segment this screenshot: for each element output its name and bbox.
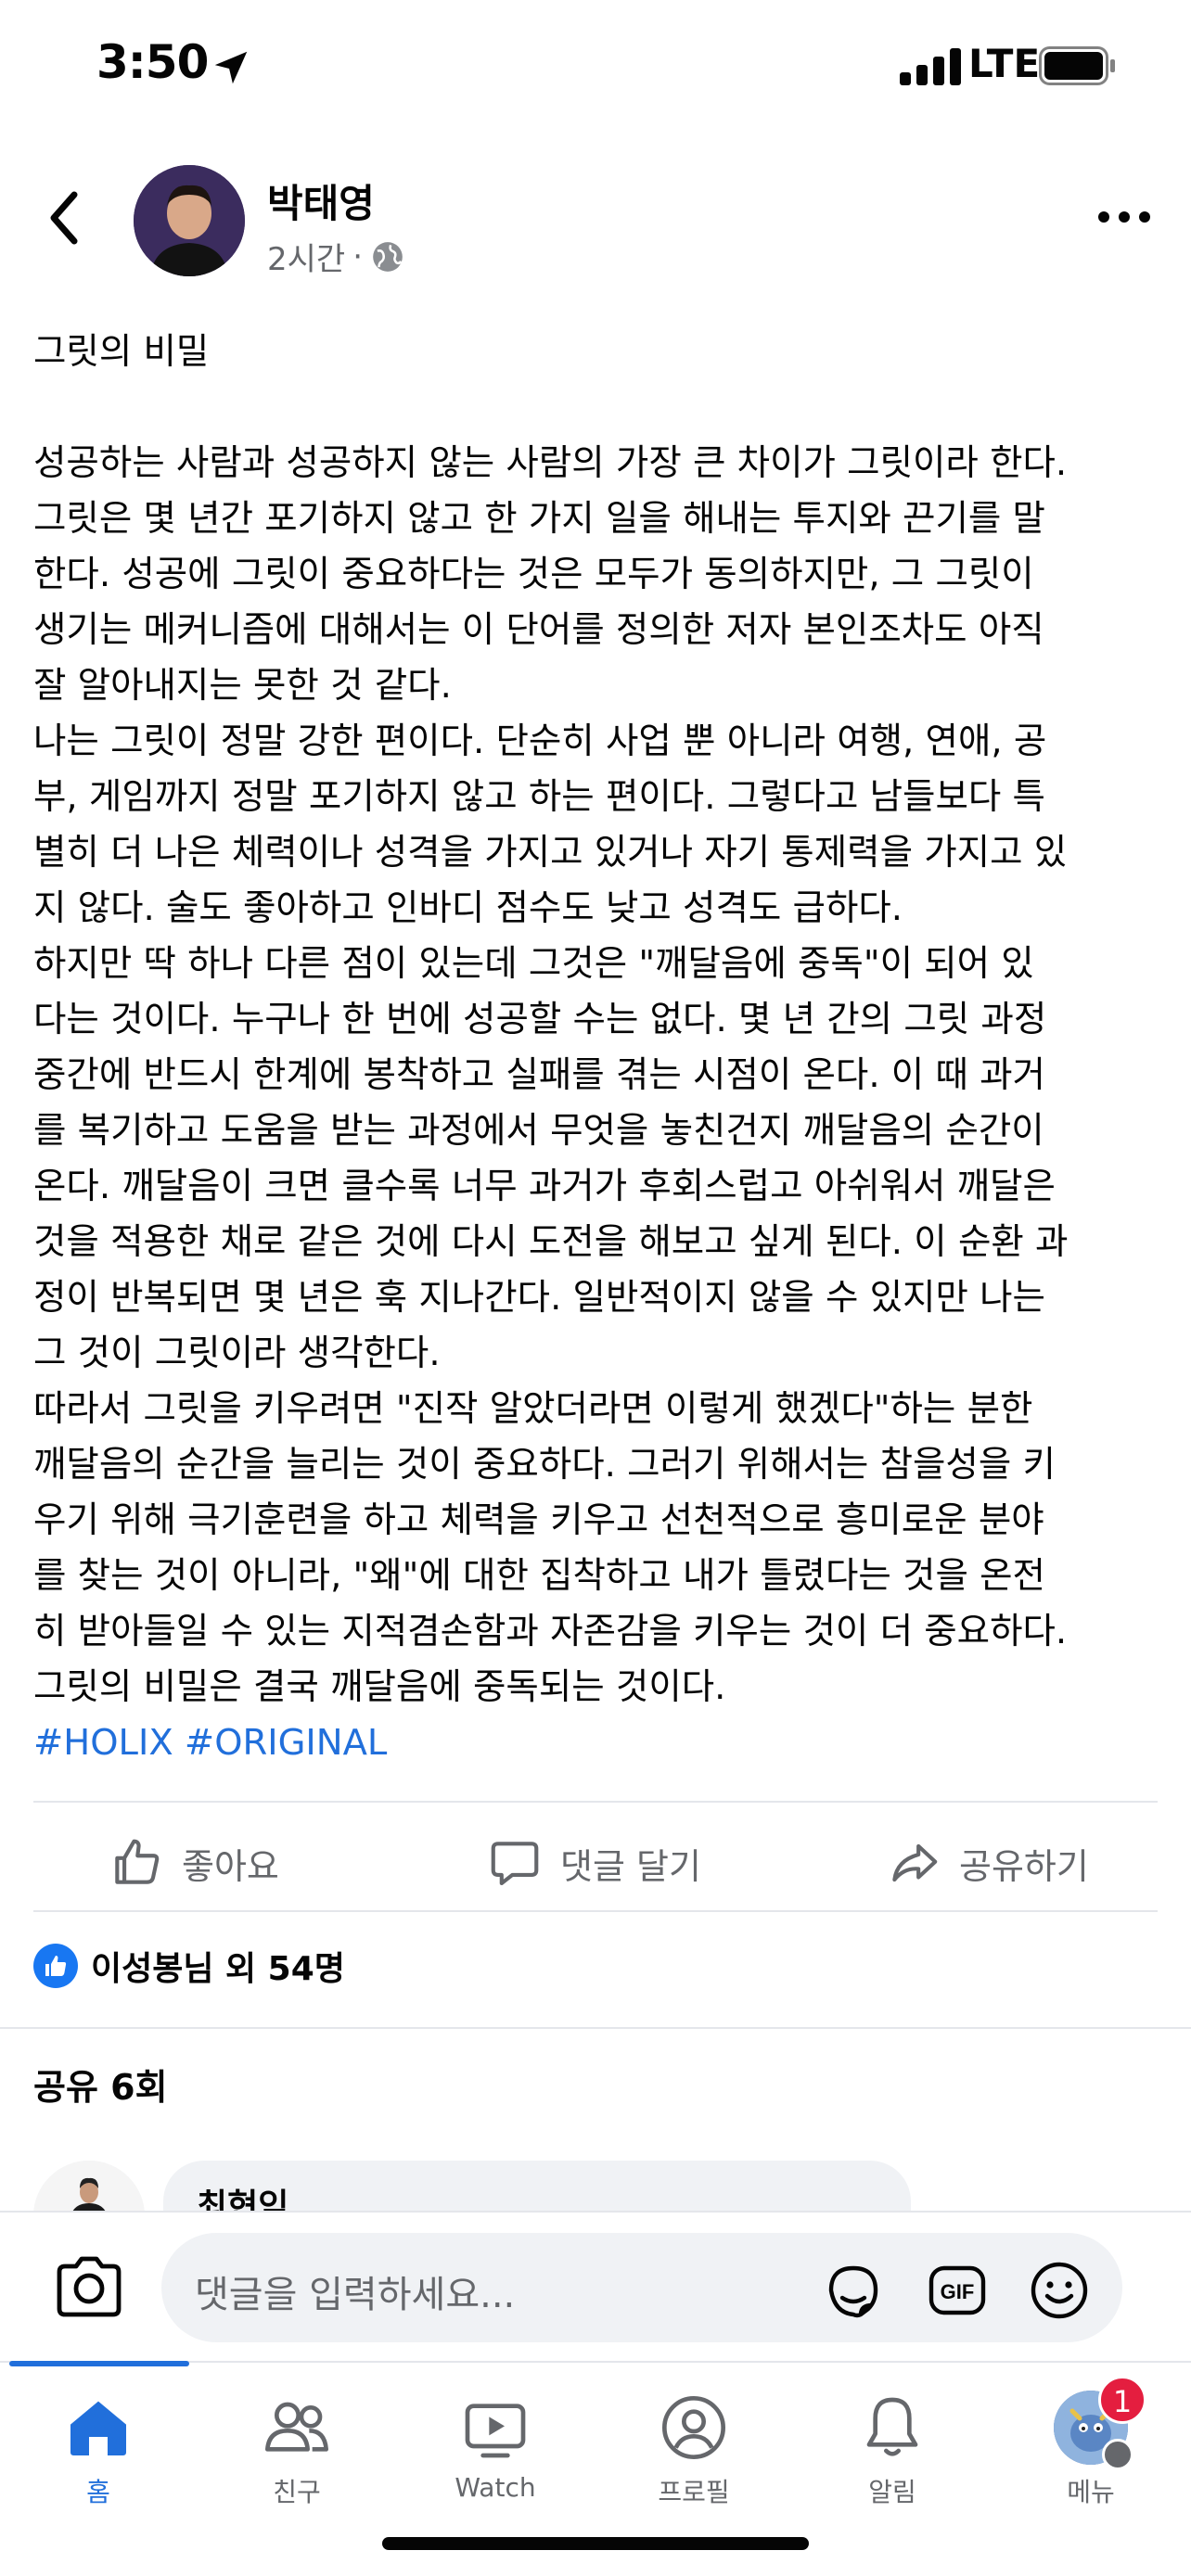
meta-separator: · (352, 237, 364, 275)
active-tab-indicator (9, 2361, 189, 2366)
post-hashtags[interactable]: #HOLIX #ORIGINAL (33, 1715, 1165, 1771)
post-line: 깨달음의 순간을 늘리는 것이 중요하다. 그러기 위해서는 참을성을 키 (33, 1444, 1056, 1486)
home-indicator (382, 2537, 809, 2550)
emoji-icon[interactable] (1026, 2257, 1093, 2324)
tab-menu[interactable]: 1 메뉴 (1007, 2376, 1174, 2520)
comment-placeholder: 댓글을 입력하세요... (195, 2274, 516, 2316)
post-line: 그릿은 몇 년간 포기하지 않고 한 가지 일을 해내는 투지와 끈기를 말 (33, 498, 1045, 540)
facebook-post-page: 3:50 LTE 박태영 2시간 · 그릿의 비밀 성공하는 사람과 성공하지 … (0, 0, 1191, 2576)
post-line: 를 찾는 것이 아니라, "왜"에 대한 집착하고 내가 틀렸다는 것을 온전 (33, 1555, 1045, 1597)
share-arrow-icon (892, 1843, 938, 1882)
menu-avatar: 1 (1054, 2376, 1146, 2470)
post-line: 우기 위해 극기훈련을 하고 체력을 키우고 선천적으로 흥미로운 분야 (33, 1499, 1044, 1541)
tab-label: 알림 (868, 2477, 916, 2507)
post-line: 따라서 그릿을 키우려면 "진작 알았더라면 이렇게 했겠다"하는 분한 (33, 1388, 1033, 1430)
home-icon (70, 2401, 126, 2455)
profile-icon (662, 2396, 725, 2459)
tab-label: Watch (455, 2472, 536, 2503)
reaction-text: 이성봉님 외 54명 (91, 1950, 345, 1988)
tab-watch[interactable]: Watch (412, 2391, 579, 2520)
post-action-bar: 좋아요 댓글 달기 공유하기 (0, 1817, 1191, 1901)
comment-bubble[interactable]: 최현익 (163, 2161, 911, 2216)
camera-icon[interactable] (52, 2253, 126, 2320)
signal-strength-icon (900, 48, 961, 85)
author-avatar[interactable] (134, 165, 245, 276)
tab-label: 홈 (86, 2477, 110, 2507)
person-avatar-icon (33, 2161, 145, 2216)
gif-icon[interactable]: GIF (924, 2257, 991, 2324)
post-line (33, 380, 1165, 436)
post-line: 별히 더 나은 체력이나 성격을 가지고 있거나 자기 통제력을 가지고 있 (33, 832, 1068, 874)
share-button[interactable]: 공유하기 (885, 1834, 1089, 1892)
status-time: 3:50 (96, 35, 209, 89)
post-line: 온다. 깨달음이 크면 클수록 너무 과거가 후회스럽고 아쉬워서 깨달은 (33, 1166, 1056, 1207)
share-count[interactable]: 공유 6회 (33, 2059, 168, 2110)
globe-icon (373, 241, 403, 272)
bell-icon (866, 2397, 918, 2456)
tab-profile[interactable]: 프로필 (610, 2391, 777, 2520)
more-options-icon[interactable] (1095, 198, 1154, 236)
tab-label: 메뉴 (1067, 2477, 1115, 2507)
post-line: 것을 적용한 채로 같은 것에 다시 도전을 해보고 싶게 된다. 이 순환 과 (33, 1221, 1069, 1263)
person-avatar-icon (134, 165, 245, 276)
network-type: LTE (968, 41, 1041, 86)
post-line: 그 것이 그릿이라 생각한다. (33, 1333, 441, 1374)
post-line: 한다. 성공에 그릿이 중요하다는 것은 모두가 동의하지만, 그 그릿이 (33, 554, 1034, 595)
post-line: 부, 게임까지 정말 포기하지 않고 하는 편이다. 그렇다고 남들보다 특 (33, 776, 1045, 818)
post-line: 생기는 메커니즘에 대해서는 이 단어를 정의한 저자 본인조차도 아직 (33, 609, 1044, 651)
comment-input[interactable]: 댓글을 입력하세요... GIF (161, 2233, 1122, 2342)
back-arrow-icon[interactable] (41, 185, 87, 250)
post-line: 그릿의 비밀은 결국 깨달음에 중독되는 것이다. (33, 1666, 726, 1708)
section-divider (0, 2027, 1191, 2029)
post-line: 정이 반복되면 몇 년은 훅 지나간다. 일반적이지 않을 수 있지만 나는 (33, 1277, 1045, 1319)
divider (33, 1910, 1158, 1912)
tab-label: 프로필 (658, 2477, 730, 2507)
author-name[interactable]: 박태영 (267, 172, 375, 229)
post-line: 를 복기하고 도움을 받는 과정에서 무엇을 놓친건지 깨달음의 순간이 (33, 1110, 1044, 1152)
battery-icon (1039, 46, 1115, 85)
commenter-avatar[interactable] (33, 2161, 145, 2216)
comment-bubble-icon (491, 1842, 539, 1886)
post-line: 지 않다. 술도 좋아하고 인바디 점수도 낮고 성격도 급하다. (33, 887, 903, 929)
post-line: 다는 것이다. 누구나 한 번에 성공할 수는 없다. 몇 년 간의 그릿 과정 (33, 999, 1047, 1040)
svg-text:GIF: GIF (941, 2280, 975, 2303)
comment-button[interactable]: 댓글 달기 (486, 1834, 701, 1892)
post-time[interactable]: 2시간 (267, 234, 345, 279)
post-line: 하지만 딱 하나 다른 점이 있는데 그것은 "깨달음에 중독"이 되어 있 (33, 943, 1034, 985)
location-arrow-icon (214, 51, 248, 84)
post-line: 중간에 반드시 한계에 봉착하고 실패를 겪는 시점이 온다. 이 때 과거 (33, 1054, 1045, 1096)
comment-label: 댓글 달기 (560, 1845, 701, 1887)
post-meta: 2시간 · (267, 234, 405, 279)
tab-friends[interactable]: 친구 (213, 2391, 380, 2520)
post-body: 그릿의 비밀 성공하는 사람과 성공하지 않는 사람의 가장 큰 차이가 그릿이… (33, 325, 1165, 1771)
post-header: 박태영 2시간 · (0, 158, 1191, 278)
divider (33, 1801, 1158, 1803)
notification-badge: 1 (1098, 2376, 1146, 2424)
post-line: 히 받아들일 수 있는 지적겸손함과 자존감을 키우는 것이 더 중요하다. (33, 1611, 1068, 1652)
sticker-icon[interactable] (820, 2257, 887, 2324)
tab-home[interactable]: 홈 (15, 2391, 182, 2520)
tab-label: 친구 (273, 2477, 321, 2507)
status-bar: 3:50 LTE (0, 0, 1191, 139)
like-label: 좋아요 (182, 1845, 279, 1887)
thumbs-up-icon (115, 1839, 160, 1884)
share-label: 공유하기 (959, 1845, 1089, 1887)
watch-video-icon (465, 2404, 526, 2458)
tab-notifications[interactable]: 알림 (809, 2391, 976, 2520)
post-line: 잘 알아내지는 못한 것 같다. (33, 665, 452, 707)
reaction-summary[interactable]: 이성봉님 외 54명 (33, 1942, 345, 1990)
post-line: 성공하는 사람과 성공하지 않는 사람의 가장 큰 차이가 그릿이라 한다. (33, 442, 1068, 484)
friends-icon (265, 2402, 328, 2452)
post-line: 나는 그릿이 정말 강한 편이다. 단순히 사업 뿐 아니라 여행, 연애, 공 (33, 721, 1047, 762)
like-button[interactable]: 좋아요 (108, 1834, 279, 1892)
like-reaction-icon (33, 1944, 78, 1988)
post-line: 그릿의 비밀 (33, 331, 210, 373)
comment-composer: 댓글을 입력하세요... GIF (0, 2211, 1191, 2361)
menu-lines-icon (1102, 2439, 1133, 2470)
